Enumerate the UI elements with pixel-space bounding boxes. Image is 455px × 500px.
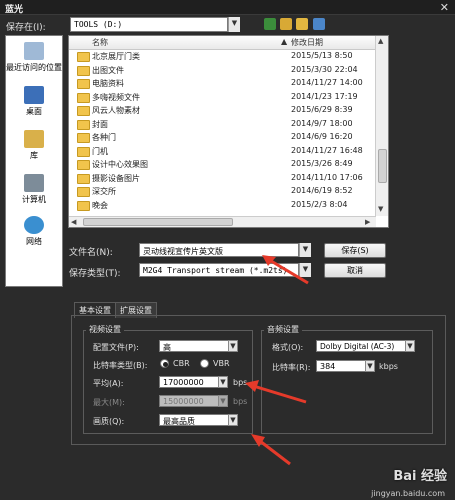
- annotation-arrows: [245, 255, 309, 466]
- red-arrow-icon: [262, 255, 309, 285]
- watermark-url: jingyan.baidu.com: [371, 489, 445, 498]
- red-arrow-icon: [251, 434, 291, 466]
- watermark-logo: Bai 经验: [393, 469, 447, 484]
- red-arrow-icon: [245, 380, 307, 404]
